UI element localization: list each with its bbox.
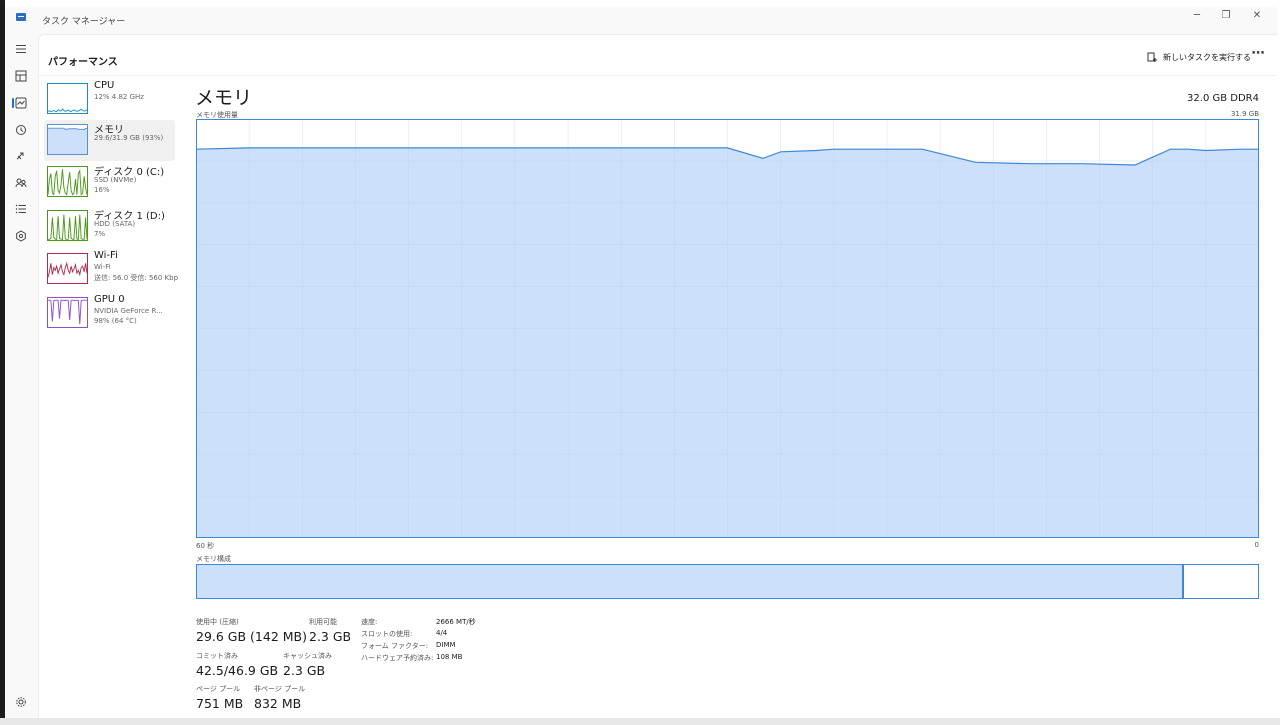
speed-label: 速度: bbox=[361, 618, 378, 626]
new-task-button[interactable]: 新しいタスクを実行する bbox=[1143, 47, 1255, 67]
x-axis-start-label: 60 秒 bbox=[196, 542, 215, 550]
nonpaged-pool-label: 非ページ プール bbox=[254, 685, 306, 693]
paged-pool-label: ページ プール bbox=[196, 685, 241, 693]
form-factor-value: DIMM bbox=[436, 641, 456, 649]
sidebar-item-disk-0[interactable]: ディスク 0 (C:) SSD (NVMe) 16% bbox=[44, 162, 175, 203]
sidebar-thumbnail-graph bbox=[47, 297, 88, 328]
in-use-label: 使用中 (圧縮) bbox=[196, 618, 239, 626]
sidebar-item-label: CPU bbox=[94, 80, 115, 91]
page-title: パフォーマンス bbox=[48, 57, 118, 68]
composition-in-use-segment bbox=[197, 565, 1184, 598]
services-icon[interactable] bbox=[9, 226, 33, 246]
chart-max-label: 31.9 GB bbox=[1230, 110, 1259, 118]
memory-usage-chart bbox=[196, 119, 1259, 538]
restore-icon[interactable]: ❐ bbox=[1212, 8, 1240, 26]
speed-value: 2666 MT/秒 bbox=[436, 618, 476, 626]
sidebar-item-detail: SSD (NVMe) bbox=[94, 176, 137, 184]
committed-value: 42.5/46.9 GB bbox=[196, 663, 279, 678]
memory-spec: 32.0 GB DDR4 bbox=[1187, 93, 1259, 104]
sidebar-item-memory[interactable]: メモリ 29.6/31.9 GB (93%) bbox=[44, 120, 175, 161]
nonpaged-pool-value: 832 MB bbox=[254, 696, 302, 711]
title-bar: タスク マネージャー ─ ❐ ✕ bbox=[5, 7, 1277, 31]
sidebar-thumbnail-graph bbox=[47, 166, 88, 197]
close-icon[interactable]: ✕ bbox=[1243, 8, 1271, 26]
details-icon[interactable] bbox=[9, 199, 33, 219]
sidebar-item-detail: 送信: 56.0 受信: 560 Kbp bbox=[94, 274, 179, 282]
navigation-rail bbox=[5, 31, 38, 718]
startup-apps-icon[interactable] bbox=[9, 146, 33, 166]
sidebar-thumbnail-graph bbox=[47, 253, 88, 284]
cached-label: キャッシュ済み bbox=[283, 652, 332, 660]
window-title: タスク マネージャー bbox=[42, 17, 126, 27]
users-icon[interactable] bbox=[9, 173, 33, 193]
task-manager-app-icon bbox=[16, 13, 26, 21]
hamburger-icon[interactable] bbox=[9, 39, 33, 59]
committed-label: コミット済み bbox=[196, 652, 238, 660]
header-divider bbox=[39, 75, 1277, 76]
processes-icon[interactable] bbox=[9, 66, 33, 86]
cached-value: 2.3 GB bbox=[283, 663, 326, 678]
hardware-reserved-label: ハードウェア予約済み: bbox=[361, 654, 434, 662]
sidebar-item-cpu[interactable]: CPU 12% 4.82 GHz bbox=[44, 79, 175, 120]
sidebar-item-detail: 29.6/31.9 GB (93%) bbox=[94, 134, 164, 142]
sidebar-item-wifi[interactable]: Wi-Fi Wi-Fi 送信: 56.0 受信: 560 Kbp bbox=[44, 249, 179, 290]
active-indicator bbox=[12, 98, 14, 108]
sidebar-item-detail: HDD (SATA) bbox=[94, 220, 136, 228]
slots-label: スロットの使用: bbox=[361, 630, 413, 638]
sidebar-item-label: GPU 0 bbox=[94, 294, 125, 305]
sidebar-item-detail: 16% bbox=[94, 186, 110, 194]
more-options-button[interactable]: ⋯ bbox=[1247, 45, 1269, 67]
sidebar-item-detail: 7% bbox=[94, 230, 106, 238]
sidebar-item-detail: Wi-Fi bbox=[94, 263, 111, 271]
available-label: 利用可能 bbox=[309, 618, 337, 626]
hardware-reserved-value: 108 MB bbox=[436, 653, 463, 661]
gear-icon[interactable] bbox=[9, 692, 33, 712]
performance-icon[interactable] bbox=[9, 93, 33, 113]
memory-composition-bar bbox=[196, 564, 1259, 599]
resource-title: メモリ bbox=[195, 87, 253, 109]
form-factor-label: フォーム ファクター: bbox=[361, 642, 429, 650]
sidebar-thumbnail-graph bbox=[47, 124, 88, 155]
slots-value: 4/4 bbox=[436, 629, 448, 637]
sidebar-item-detail: NVIDIA GeForce R... bbox=[94, 307, 163, 315]
content-area: パフォーマンス 新しいタスクを実行する ⋯ CPU 12% 4.82 GHz メモリ… bbox=[38, 34, 1277, 718]
sidebar-item-label: Wi-Fi bbox=[94, 250, 118, 261]
taskbar-edge bbox=[0, 718, 1280, 725]
task-manager-window: タスク マネージャー ─ ❐ ✕ パフォーマンス 新しいタスクを実行する ⋯ C… bbox=[5, 7, 1277, 718]
minimize-icon[interactable]: ─ bbox=[1183, 8, 1211, 26]
composition-label: メモリ構成 bbox=[196, 555, 231, 563]
app-history-icon[interactable] bbox=[9, 120, 33, 140]
x-axis-end-label: 0 bbox=[1254, 541, 1259, 549]
sidebar-item-detail: 12% 4.82 GHz bbox=[94, 93, 144, 101]
new-task-label: 新しいタスクを実行する bbox=[1163, 52, 1251, 62]
sidebar-thumbnail-graph bbox=[47, 83, 88, 114]
new-task-icon bbox=[1147, 52, 1157, 62]
sidebar-item-detail: 98% (64 °C) bbox=[94, 317, 137, 325]
paged-pool-value: 751 MB bbox=[196, 696, 244, 711]
sidebar-item-disk-1[interactable]: ディスク 1 (D:) HDD (SATA) 7% bbox=[44, 206, 175, 247]
available-value: 2.3 GB bbox=[309, 629, 352, 644]
sidebar-item-gpu-0[interactable]: GPU 0 NVIDIA GeForce R... 98% (64 °C) bbox=[44, 293, 175, 334]
in-use-value: 29.6 GB (142 MB) bbox=[196, 629, 307, 644]
sidebar-thumbnail-graph bbox=[47, 210, 88, 241]
